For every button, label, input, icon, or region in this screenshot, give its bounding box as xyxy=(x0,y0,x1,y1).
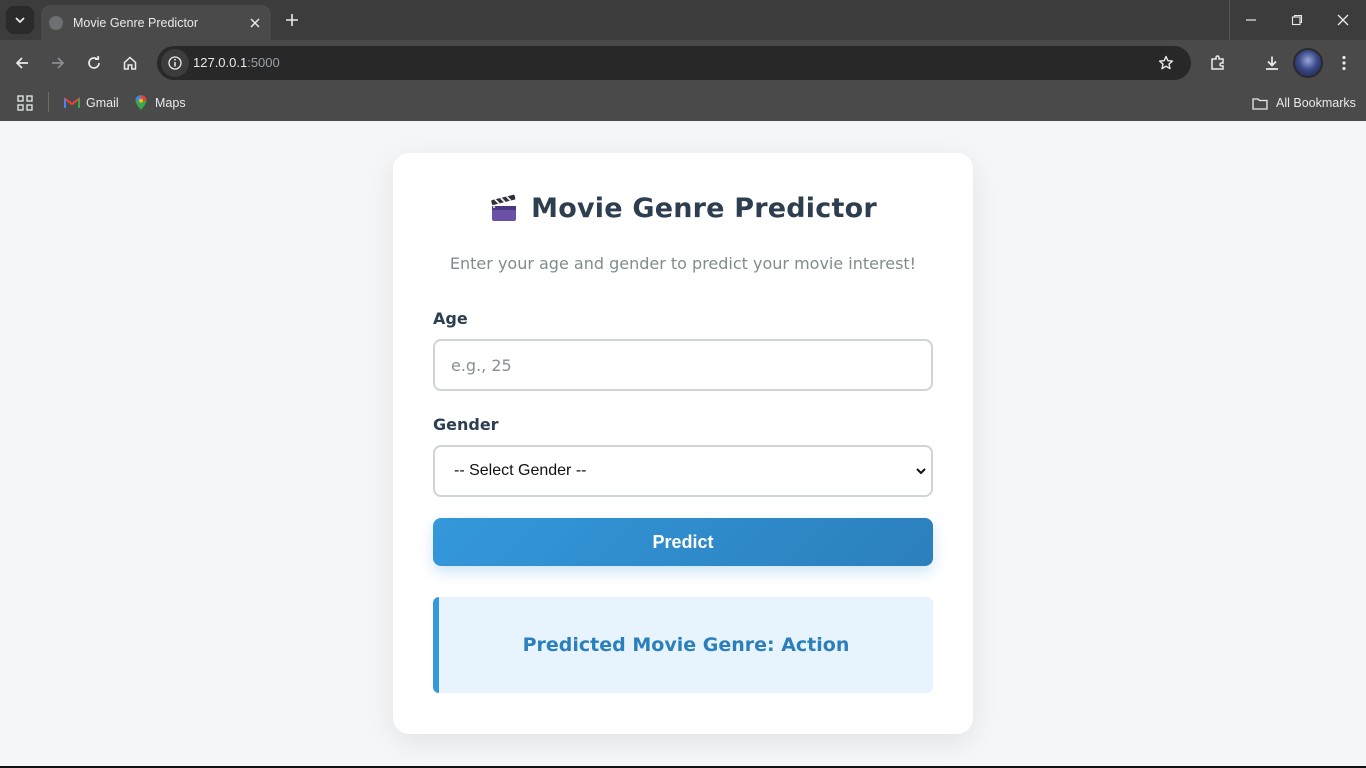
predict-button[interactable]: Predict xyxy=(433,518,933,566)
age-label: Age xyxy=(433,309,468,328)
bookmark-maps[interactable]: Maps xyxy=(134,92,186,114)
clapperboard-icon xyxy=(491,194,517,221)
minimize-button[interactable] xyxy=(1228,0,1274,40)
globe-icon xyxy=(49,15,63,30)
site-info-button[interactable] xyxy=(161,49,189,77)
extensions-button[interactable] xyxy=(1203,48,1233,78)
result-panel: Predicted Movie Genre: Action xyxy=(433,597,933,693)
download-icon xyxy=(1266,56,1278,70)
apps-grid-icon xyxy=(17,95,33,111)
window-close-button[interactable] xyxy=(1320,0,1366,40)
predictor-card: Movie Genre Predictor Enter your age and… xyxy=(393,153,973,734)
downloads-button[interactable] xyxy=(1257,48,1287,78)
restore-button[interactable] xyxy=(1274,0,1320,40)
apps-button[interactable] xyxy=(17,92,33,114)
arrow-left-icon xyxy=(15,57,28,69)
new-tab-button[interactable] xyxy=(279,7,305,33)
chevron-down-icon xyxy=(916,468,926,475)
minimize-icon xyxy=(1246,19,1256,21)
maps-icon xyxy=(135,95,147,110)
page-subtitle: Enter your age and gender to predict you… xyxy=(449,254,917,273)
back-button[interactable] xyxy=(7,48,37,78)
tab-title: Movie Genre Predictor xyxy=(73,15,199,30)
home-button[interactable] xyxy=(115,48,145,78)
star-icon xyxy=(1158,55,1174,70)
chevron-down-icon xyxy=(15,17,25,24)
bookmarks-bar: Gmail Maps All Bookmarks xyxy=(0,85,1366,121)
gmail-icon xyxy=(64,97,80,108)
tab-close-button[interactable] xyxy=(243,11,267,35)
all-bookmarks-button[interactable]: All Bookmarks xyxy=(1252,92,1356,114)
gender-select-value: -- Select Gender -- xyxy=(454,462,587,479)
browser-tab[interactable]: Movie Genre Predictor xyxy=(41,5,271,40)
arrow-right-icon xyxy=(52,57,65,69)
gender-select[interactable]: -- Select Gender -- xyxy=(433,445,933,497)
title-row: Movie Genre Predictor xyxy=(393,193,973,224)
info-icon xyxy=(168,56,182,70)
result-text: Predicted Movie Genre: Action xyxy=(522,634,850,656)
kebab-menu-icon xyxy=(1342,55,1346,71)
folder-icon xyxy=(1252,97,1268,110)
close-icon xyxy=(250,17,260,28)
restore-icon xyxy=(1291,14,1303,26)
plus-icon xyxy=(286,14,298,26)
reload-button[interactable] xyxy=(79,48,109,78)
gender-label: Gender xyxy=(433,415,499,434)
bookmark-star-button[interactable] xyxy=(1154,51,1178,75)
url-text: 127.0.0.1:5000 xyxy=(193,55,280,70)
page-title: Movie Genre Predictor xyxy=(531,193,877,224)
age-input[interactable] xyxy=(433,339,933,391)
menu-button[interactable] xyxy=(1329,48,1359,78)
address-bar[interactable]: 127.0.0.1:5000 xyxy=(157,46,1191,80)
close-icon xyxy=(1337,14,1349,26)
profile-avatar[interactable] xyxy=(1293,48,1323,78)
forward-button[interactable] xyxy=(43,48,73,78)
tab-strip: Movie Genre Predictor xyxy=(0,0,1366,40)
reload-icon xyxy=(88,56,100,69)
tab-search-button[interactable] xyxy=(6,6,34,34)
page-viewport: Movie Genre Predictor Enter your age and… xyxy=(0,121,1366,766)
puzzle-icon xyxy=(1211,55,1224,70)
home-icon xyxy=(123,56,137,70)
bookmark-gmail[interactable]: Gmail xyxy=(64,92,119,114)
